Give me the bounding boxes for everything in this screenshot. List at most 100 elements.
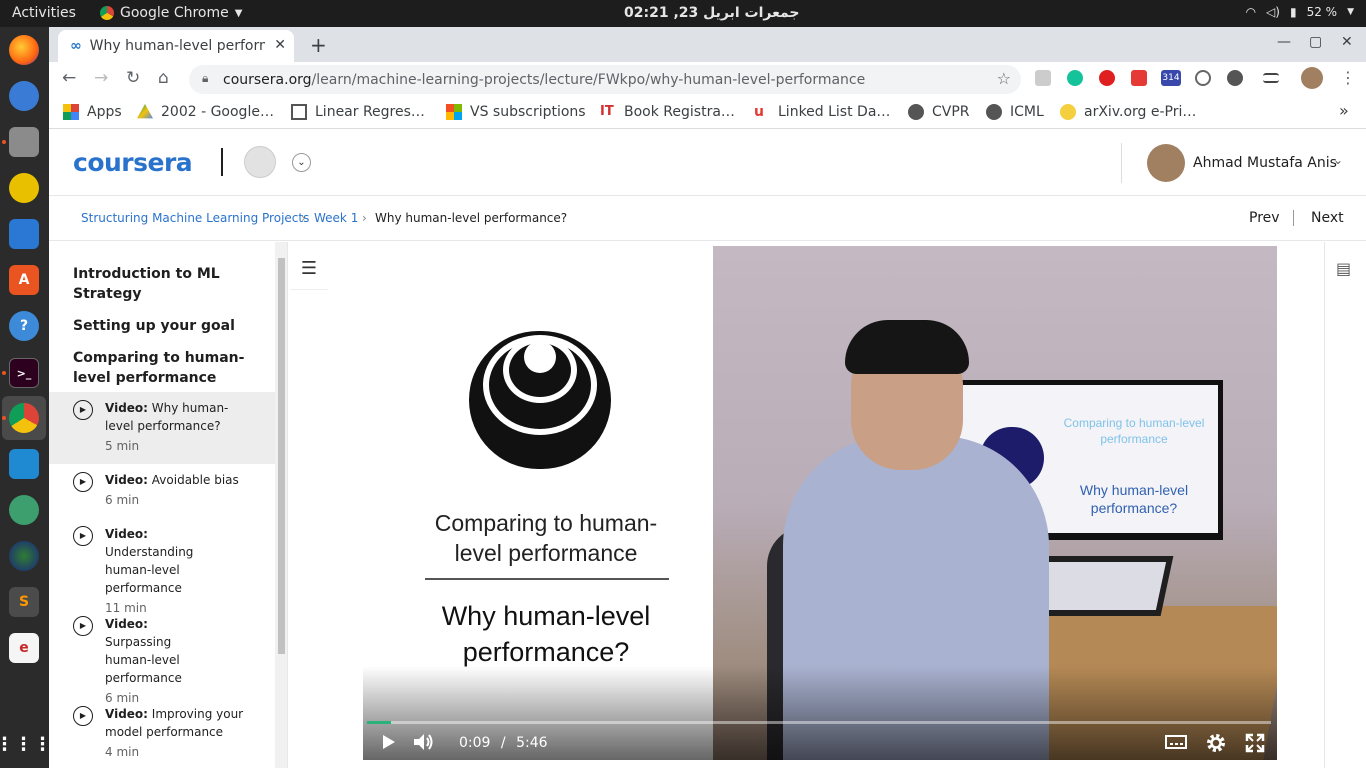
video-player[interactable]: Comparing to human-level performance Why… [363, 246, 1277, 760]
firefox-icon[interactable] [9, 35, 39, 65]
section-heading[interactable]: Comparing to human-level performance [73, 348, 263, 388]
next-button[interactable]: Next [1311, 210, 1344, 226]
menu-kebab-icon[interactable]: ⋮ [1340, 68, 1356, 87]
software-center-icon[interactable]: A [9, 265, 39, 295]
item-kind: Video: [105, 617, 148, 631]
playlist-icon[interactable] [1263, 73, 1279, 83]
sidebar-scroll-thumb[interactable] [278, 258, 285, 654]
files-icon[interactable] [9, 127, 39, 157]
circle-extension-icon[interactable] [1227, 70, 1243, 86]
progress-bar[interactable] [367, 721, 1271, 724]
extension-icon[interactable] [1035, 70, 1051, 86]
group-icon[interactable] [244, 146, 276, 178]
home-icon[interactable]: ⌂ [158, 68, 169, 88]
chrome-dock-icon[interactable] [9, 403, 39, 433]
grammarly-icon[interactable] [1067, 70, 1083, 86]
deeplearning-logo [469, 331, 611, 469]
sublime-icon[interactable]: S [9, 587, 39, 617]
browser-window: ∞ Why human-level perform ✕ + — ▢ ✕ ← → … [49, 27, 1366, 768]
activities-button[interactable]: Activities [12, 5, 76, 21]
show-apps-icon[interactable]: ⋮⋮⋮ [0, 729, 52, 759]
adblock-icon[interactable] [1099, 70, 1115, 86]
system-top-bar: Activities Google Chrome ▼ جمعرات ابریل … [0, 0, 1366, 27]
fullscreen-icon[interactable] [1245, 733, 1265, 753]
list-item[interactable]: ▶ Video: Surpassing human-level performa… [49, 608, 275, 705]
bookmark-star-icon[interactable]: ☆ [997, 69, 1011, 88]
chevron-down-icon[interactable]: ⌄ [1333, 153, 1343, 167]
caret-down-icon: ▼ [1347, 7, 1354, 17]
item-duration: 6 min [105, 493, 140, 507]
chrome-icon [100, 6, 114, 20]
system-tray[interactable]: ◠ ◁) ▮ 52 % ▼ [1246, 5, 1354, 19]
bookmark-item[interactable]: Linear Regres… [291, 104, 425, 120]
close-window-button[interactable]: ✕ [1341, 34, 1353, 50]
app-icon[interactable]: e [9, 633, 39, 663]
captions-icon[interactable] [1165, 733, 1187, 751]
lock-icon[interactable]: 🔒︎ [202, 71, 208, 86]
browser-tab[interactable]: ∞ Why human-level perform ✕ [58, 30, 294, 62]
writer-icon[interactable] [9, 219, 39, 249]
list-item[interactable]: ▶ Video: Understanding human-level perfo… [49, 518, 275, 615]
settings-gear-icon[interactable] [1206, 733, 1226, 753]
bookmark-label: Linked List Da… [778, 104, 891, 120]
address-bar[interactable]: 🔒︎ coursera.org/learn/machine-learning-p… [189, 65, 1021, 94]
forward-icon[interactable]: → [94, 68, 108, 88]
avatar[interactable] [1147, 144, 1185, 182]
globe-app-icon[interactable] [9, 541, 39, 571]
link-extension-icon[interactable] [1195, 70, 1211, 86]
close-tab-icon[interactable]: ✕ [274, 37, 286, 53]
vscode-icon[interactable] [9, 449, 39, 479]
item-text: Video: Why human-level performance? 5 mi… [105, 399, 255, 455]
list-item[interactable]: ▶ Video: Avoidable bias 6 min [49, 464, 275, 518]
bookmark-item[interactable]: arXiv.org e-Pri… [1060, 104, 1196, 120]
thunderbird-icon[interactable] [9, 81, 39, 111]
prev-button[interactable]: Prev [1249, 210, 1280, 226]
notes-icon[interactable]: ▤ [1336, 259, 1351, 278]
bookmarks-overflow-button[interactable]: » [1339, 101, 1349, 120]
item-kind: Video: [105, 473, 148, 487]
coursera-logo[interactable]: coursera [73, 148, 193, 177]
rhythmbox-icon[interactable] [9, 173, 39, 203]
atom-icon[interactable] [9, 495, 39, 525]
profile-avatar[interactable] [1301, 67, 1323, 89]
clock[interactable]: جمعرات ابریل 23, 02:21 [624, 5, 800, 21]
breadcrumb-week[interactable]: Week 1 [314, 211, 358, 225]
bookmark-item[interactable]: CVPR [908, 104, 970, 120]
maximize-button[interactable]: ▢ [1309, 34, 1322, 50]
list-item[interactable]: ▶ Video: Improving your model performanc… [49, 698, 275, 768]
chevron-down-icon[interactable]: ⌄ [292, 153, 311, 172]
bookmark-item[interactable]: ICML [986, 104, 1044, 120]
badge-extension-icon[interactable]: 314 [1161, 70, 1181, 86]
back-icon[interactable]: ← [62, 68, 76, 88]
item-text: Video: Avoidable bias 6 min [105, 471, 255, 509]
app-menu[interactable]: Google Chrome ▼ [100, 5, 242, 21]
play-circle-icon: ▶ [73, 706, 93, 726]
breadcrumb-separator: › [301, 211, 306, 225]
wifi-icon: ◠ [1245, 5, 1257, 19]
new-tab-button[interactable]: + [310, 33, 327, 57]
play-icon[interactable] [381, 733, 397, 751]
play-circle-icon: ▶ [73, 472, 93, 492]
volume-icon[interactable] [413, 733, 435, 751]
outline-list-icon[interactable]: ☰ [290, 248, 328, 290]
battery-percent: 52 % [1306, 5, 1338, 19]
caret-down-icon: ▼ [234, 7, 243, 19]
help-icon[interactable]: ? [9, 311, 39, 341]
user-name[interactable]: Ahmad Mustafa Anis [1193, 155, 1337, 171]
dock-running-indicator [2, 416, 6, 420]
terminal-icon[interactable]: >_ [9, 358, 39, 388]
bookmark-item[interactable]: VS subscriptions [446, 104, 586, 120]
yandex-icon[interactable] [1131, 70, 1147, 86]
list-item[interactable]: ▶ Video: Why human-level performance? 5 … [49, 392, 275, 464]
bookmark-item[interactable]: Apps [63, 104, 122, 120]
globe-icon [986, 104, 1002, 120]
minimize-button[interactable]: — [1277, 34, 1291, 50]
reload-icon[interactable]: ↻ [126, 68, 140, 88]
drive-icon [137, 104, 153, 119]
bookmark-item[interactable]: u Linked List Da… [754, 104, 890, 120]
section-heading[interactable]: Setting up your goal [73, 316, 263, 336]
bookmark-item[interactable]: IT Book Registra… [600, 104, 735, 120]
breadcrumb-course[interactable]: Structuring Machine Learning Projects [81, 211, 309, 225]
section-heading[interactable]: Introduction to ML Strategy [73, 264, 263, 304]
bookmark-item[interactable]: 2002 - Google… [137, 104, 274, 120]
